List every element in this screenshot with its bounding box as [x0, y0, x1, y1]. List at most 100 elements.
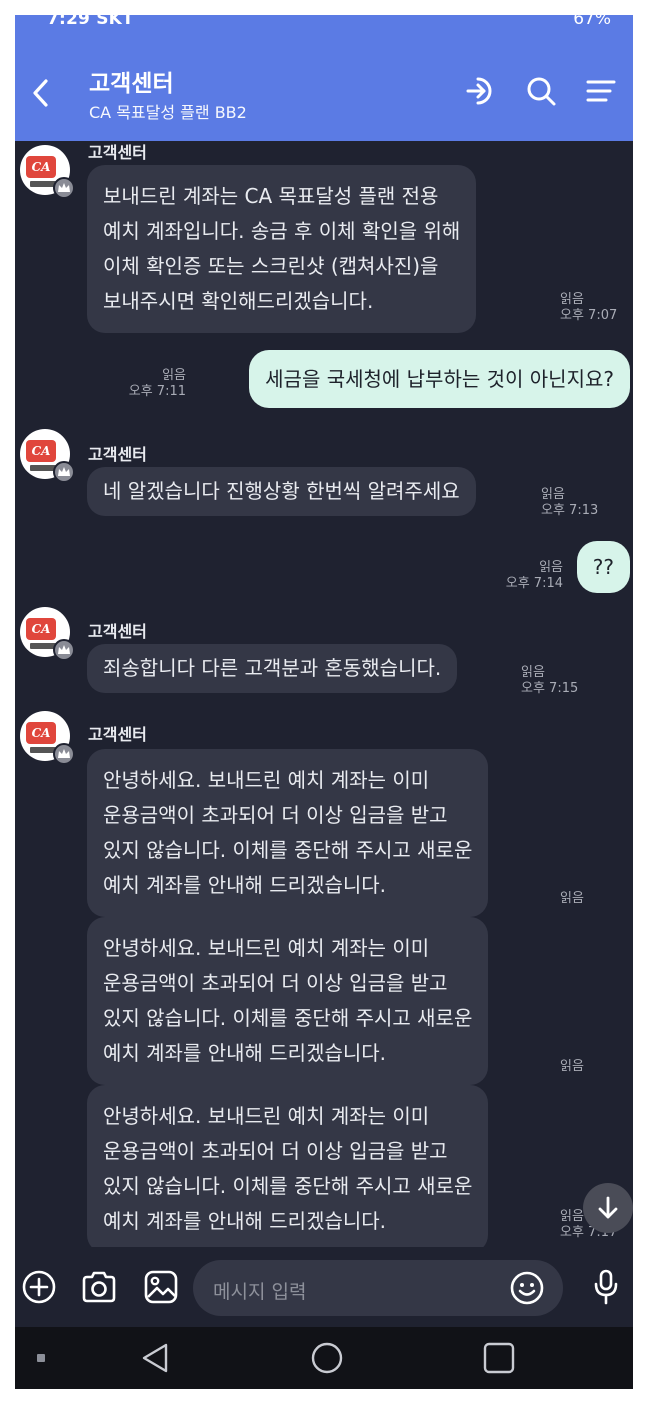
- message-meta: 읽음: [560, 891, 584, 907]
- outgoing-message[interactable]: ??: [576, 541, 630, 593]
- scroll-to-bottom-button[interactable]: [583, 1183, 633, 1233]
- read-receipt: 읽음: [541, 487, 565, 502]
- image-icon: [144, 1270, 178, 1304]
- message-meta: 읽음 오후 7:15: [521, 665, 578, 697]
- enter-button[interactable]: [463, 73, 499, 109]
- avatar[interactable]: CA: [20, 145, 75, 199]
- circle-home-icon: [311, 1342, 343, 1374]
- avatar-logo: CA: [26, 618, 56, 640]
- incoming-message[interactable]: 안녕하세요. 보내드린 예치 계좌는 이미 운용금액이 초과되어 더 이상 입금…: [87, 917, 489, 1085]
- message-line: 예치 계좌를 안내해 드리겠습니다.: [103, 1209, 387, 1233]
- phone-screen: 7:29 SKT 67% 고객센터 CA 목표달성 플랜 BB2 CA 고객센터…: [15, 15, 633, 1389]
- message-line: 예치 계좌를 안내해 드리겠습니다.: [103, 873, 387, 897]
- message-line: 안녕하세요. 보내드린 예치 계좌는 이미: [103, 1104, 430, 1128]
- message-time: 오후 7:14: [505, 576, 563, 591]
- message-text: 세금을 국세청에 납부하는 것이 아닌지요?: [265, 367, 614, 391]
- crown-icon: [53, 639, 75, 661]
- message-line: 예치 계좌입니다. 송금 후 이체 확인을 위해: [103, 219, 461, 243]
- nav-home-button[interactable]: [305, 1337, 349, 1379]
- incoming-message[interactable]: 네 알겠습니다 진행상황 한번씩 알려주세요: [87, 467, 476, 516]
- nav-indicator: [31, 1337, 51, 1379]
- avatar[interactable]: CA: [20, 711, 75, 765]
- message-time: 오후 7:13: [541, 503, 599, 518]
- message-line: 있지 않습니다. 이체를 중단해 주시고 새로운: [103, 1174, 473, 1198]
- message-text: 죄송합니다 다른 고객분과 혼동했습니다.: [103, 656, 442, 680]
- emoji-button[interactable]: [507, 1268, 547, 1308]
- avatar-logo: CA: [26, 722, 56, 744]
- message-text: 네 알겠습니다 진행상황 한번씩 알려주세요: [103, 479, 460, 503]
- message-input-bar: 메시지 입력: [15, 1247, 633, 1327]
- message-line: 안녕하세요. 보내드린 예치 계좌는 이미: [103, 768, 430, 792]
- message-line: 운용금액이 초과되어 더 이상 입금을 받고: [103, 803, 448, 827]
- outgoing-message[interactable]: 세금을 국세청에 납부하는 것이 아닌지요?: [249, 350, 630, 408]
- incoming-message[interactable]: 죄송합니다 다른 고객분과 혼동했습니다.: [87, 644, 458, 693]
- avatar-logo: CA: [26, 156, 56, 178]
- read-receipt: 읽음: [521, 665, 545, 680]
- triangle-back-icon: [142, 1343, 168, 1373]
- message-meta: 읽음 오후 7:07: [560, 292, 617, 324]
- message-meta: 읽음 오후 7:14: [506, 560, 563, 592]
- incoming-message[interactable]: 보내드린 계좌는 CA 목표달성 플랜 전용 예치 계좌입니다. 송금 후 이체…: [87, 165, 477, 333]
- message-line: 예치 계좌를 안내해 드리겠습니다.: [103, 1041, 387, 1065]
- message-line: 있지 않습니다. 이체를 중단해 주시고 새로운: [103, 1006, 473, 1030]
- message-text: ??: [592, 555, 614, 579]
- nav-back-button[interactable]: [133, 1337, 177, 1379]
- sender-name: 고객센터: [88, 622, 147, 641]
- smiley-icon: [510, 1271, 544, 1305]
- status-bar: 7:29 SKT 67%: [15, 15, 633, 33]
- sender-name: 고객센터: [88, 725, 147, 744]
- crown-icon: [53, 743, 75, 765]
- message-input-placeholder: 메시지 입력: [213, 1281, 307, 1303]
- avatar[interactable]: CA: [20, 607, 75, 661]
- message-line: 운용금액이 초과되어 더 이상 입금을 받고: [103, 971, 448, 995]
- message-meta: 읽음 오후 7:13: [541, 487, 598, 519]
- chat-area[interactable]: CA 고객센터 보내드린 계좌는 CA 목표달성 플랜 전용 예치 계좌입니다.…: [15, 141, 633, 1247]
- sign-in-icon: [466, 77, 492, 105]
- read-receipt: 읽음: [560, 891, 584, 906]
- chat-subtitle: CA 목표달성 플랜 BB2: [89, 103, 247, 122]
- message-line: 보내주시면 확인해드리겠습니다.: [103, 289, 374, 313]
- incoming-message[interactable]: 안녕하세요. 보내드린 예치 계좌는 이미 운용금액이 초과되어 더 이상 입금…: [87, 1085, 489, 1247]
- read-receipt: 읽음: [539, 560, 563, 575]
- sender-name: 고객센터: [88, 143, 147, 162]
- status-time: 7:29 SKT: [47, 15, 134, 29]
- add-button[interactable]: [19, 1267, 59, 1307]
- back-button[interactable]: [27, 75, 55, 111]
- status-battery: 67%: [573, 15, 611, 29]
- system-nav-bar: [15, 1327, 633, 1389]
- message-line: 이체 확인증 또는 스크린샷 (캡쳐사진)을: [103, 254, 439, 278]
- avatar[interactable]: CA: [20, 429, 75, 483]
- nav-recents-button[interactable]: [477, 1337, 521, 1379]
- crown-icon: [53, 461, 75, 483]
- microphone-icon: [594, 1269, 618, 1305]
- incoming-message[interactable]: 안녕하세요. 보내드린 예치 계좌는 이미 운용금액이 초과되어 더 이상 입금…: [87, 749, 489, 917]
- message-input[interactable]: 메시지 입력: [193, 1260, 563, 1316]
- sender-name: 고객센터: [88, 445, 147, 464]
- read-receipt: 읽음: [162, 368, 186, 383]
- message-time: 오후 7:11: [128, 384, 186, 399]
- avatar-logo: CA: [26, 440, 56, 462]
- camera-button[interactable]: [79, 1267, 119, 1307]
- message-meta: 읽음: [560, 1059, 584, 1075]
- message-line: 안녕하세요. 보내드린 예치 계좌는 이미: [103, 936, 430, 960]
- arrow-down-icon: [598, 1196, 618, 1219]
- plus-circle-icon: [22, 1270, 56, 1304]
- menu-button[interactable]: [583, 73, 619, 109]
- message-line: 보내드린 계좌는 CA 목표달성 플랜 전용: [103, 184, 439, 208]
- message-time: 오후 7:15: [521, 681, 579, 696]
- message-line: 운용금액이 초과되어 더 이상 입금을 받고: [103, 1139, 448, 1163]
- read-receipt: 읽음: [560, 1059, 584, 1074]
- message-line: 있지 않습니다. 이체를 중단해 주시고 새로운: [103, 838, 473, 862]
- message-meta: 읽음 오후 7:11: [129, 368, 186, 400]
- camera-icon: [82, 1271, 116, 1303]
- search-icon: [527, 77, 556, 106]
- page-title: 고객센터: [89, 71, 174, 97]
- hamburger-menu-icon: [586, 80, 616, 102]
- chevron-left-icon: [33, 79, 48, 107]
- search-button[interactable]: [523, 73, 559, 109]
- gallery-button[interactable]: [141, 1267, 181, 1307]
- crown-icon: [53, 177, 75, 199]
- message-time: 오후 7:07: [560, 308, 618, 323]
- voice-button[interactable]: [586, 1267, 626, 1307]
- chat-header: 7:29 SKT 67% 고객센터 CA 목표달성 플랜 BB2: [15, 15, 633, 141]
